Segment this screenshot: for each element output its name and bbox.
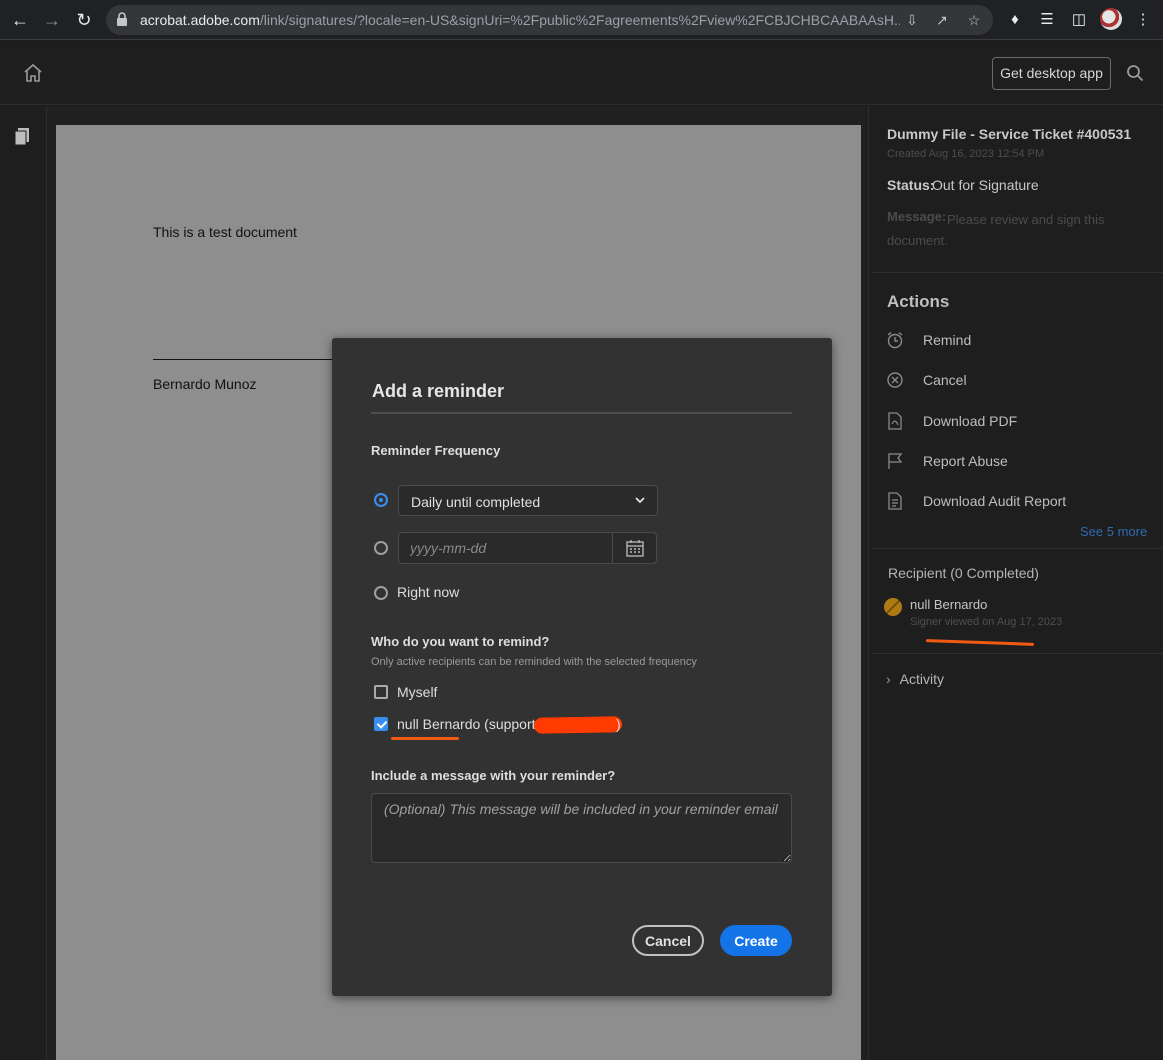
home-icon[interactable] xyxy=(22,62,44,84)
recipient-avatar xyxy=(884,598,902,616)
side-panel-icon[interactable]: ◫ xyxy=(1067,8,1091,32)
create-button[interactable]: Create xyxy=(720,925,792,956)
action-remind[interactable]: Remind xyxy=(884,328,1154,354)
action-download-audit-report[interactable]: Download Audit Report xyxy=(884,489,1154,515)
recipient-option-label-end: ) xyxy=(616,716,621,732)
bookmark-star-icon[interactable]: ☆ xyxy=(964,10,984,30)
calendar-button[interactable] xyxy=(612,532,657,564)
back-arrow-icon[interactable]: ← xyxy=(8,8,32,32)
activity-toggle[interactable]: › Activity xyxy=(886,671,944,687)
panel-divider xyxy=(872,272,1163,273)
see-more-link[interactable]: See 5 more xyxy=(1080,524,1147,539)
frequency-radio-right-now[interactable] xyxy=(374,586,388,600)
agreement-title: Dummy File - Service Ticket #400531 xyxy=(887,126,1132,142)
alarm-clock-icon xyxy=(887,331,903,349)
reload-icon[interactable]: ↻ xyxy=(72,8,96,32)
chevron-right-icon: › xyxy=(886,671,891,687)
kebab-menu-icon[interactable]: ⋮ xyxy=(1131,8,1155,32)
page-thumbnails-icon[interactable] xyxy=(14,128,30,146)
panel-divider xyxy=(872,653,1163,654)
flag-icon xyxy=(888,453,903,469)
right-now-label[interactable]: Right now xyxy=(397,584,459,600)
signature-line xyxy=(153,359,332,360)
dialog-title: Add a reminder xyxy=(372,381,505,401)
redaction-mark xyxy=(533,716,623,734)
frequency-radio-date[interactable] xyxy=(374,541,388,555)
action-cancel[interactable]: Cancel xyxy=(884,368,1154,394)
action-label: Download Audit Report xyxy=(923,493,1067,509)
panel-divider xyxy=(872,548,1163,549)
myself-checkbox[interactable] xyxy=(374,685,388,699)
dialog-title-divider xyxy=(371,412,792,414)
share-icon[interactable]: ↗ xyxy=(932,10,952,30)
recipient-status: Signer viewed on Aug 17, 2023 xyxy=(910,616,1063,628)
browser-toolbar: ← → ↻ acrobat.adobe.com/link/signatures/… xyxy=(0,0,1163,40)
frequency-select-value: Daily until completed xyxy=(411,494,541,510)
url-text: acrobat.adobe.com/link/signatures/?local… xyxy=(140,12,900,28)
action-download-pdf[interactable]: Download PDF xyxy=(884,409,1154,435)
cancel-circle-icon xyxy=(887,372,903,388)
chevron-down-icon xyxy=(635,497,645,504)
extensions-puzzle-icon[interactable]: ♦ xyxy=(1003,8,1027,32)
profile-avatar[interactable] xyxy=(1100,8,1122,30)
myself-label[interactable]: Myself xyxy=(397,684,437,700)
action-label: Remind xyxy=(923,332,972,348)
address-bar[interactable]: acrobat.adobe.com/link/signatures/?local… xyxy=(106,5,993,35)
forward-arrow-icon[interactable]: → xyxy=(40,8,64,32)
date-input[interactable] xyxy=(398,532,613,564)
who-to-remind-hint: Only active recipients can be reminded w… xyxy=(371,656,697,668)
app-header: Get desktop app xyxy=(0,41,1163,105)
download-pdf-icon xyxy=(888,412,902,430)
message-label: Message: xyxy=(887,209,947,224)
status-value: Out for Signature xyxy=(932,177,1039,193)
recipient-checkbox[interactable] xyxy=(374,717,388,731)
recipient-title: Recipient (0 Completed) xyxy=(888,565,1039,581)
left-rail xyxy=(0,106,47,1060)
recipient-name[interactable]: null Bernardo xyxy=(910,597,987,612)
action-label: Report Abuse xyxy=(923,453,1008,469)
audit-report-icon xyxy=(888,492,902,510)
reminder-frequency-label: Reminder Frequency xyxy=(371,443,501,458)
lock-icon xyxy=(117,12,127,26)
media-controls-icon[interactable]: ☰ xyxy=(1035,8,1059,32)
frequency-radio-recurring[interactable] xyxy=(374,493,388,507)
agreement-created: Created Aug 16, 2023 12:54 PM xyxy=(887,148,1045,160)
frequency-select[interactable]: Daily until completed xyxy=(398,485,658,516)
annotation-underline xyxy=(391,737,459,740)
document-body-text: This is a test document xyxy=(153,224,297,240)
calendar-icon xyxy=(626,540,644,557)
status-label: Status: xyxy=(887,177,935,193)
reminder-message-label: Include a message with your reminder? xyxy=(371,768,616,783)
signer-name: Bernardo Munoz xyxy=(153,376,257,392)
action-report-abuse[interactable]: Report Abuse xyxy=(884,449,1154,475)
action-label: Cancel xyxy=(923,372,967,388)
action-label: Download PDF xyxy=(923,413,1018,429)
cancel-button[interactable]: Cancel xyxy=(632,925,704,956)
reminder-message-textarea[interactable] xyxy=(371,793,792,863)
search-icon[interactable] xyxy=(1126,64,1144,82)
install-app-icon[interactable]: ⇩ xyxy=(902,10,922,30)
actions-title: Actions xyxy=(887,292,950,311)
get-desktop-app-button[interactable]: Get desktop app xyxy=(992,57,1111,90)
recipient-option-label[interactable]: null Bernardo (support@ xyxy=(397,716,550,732)
who-to-remind-label: Who do you want to remind? xyxy=(371,634,550,649)
